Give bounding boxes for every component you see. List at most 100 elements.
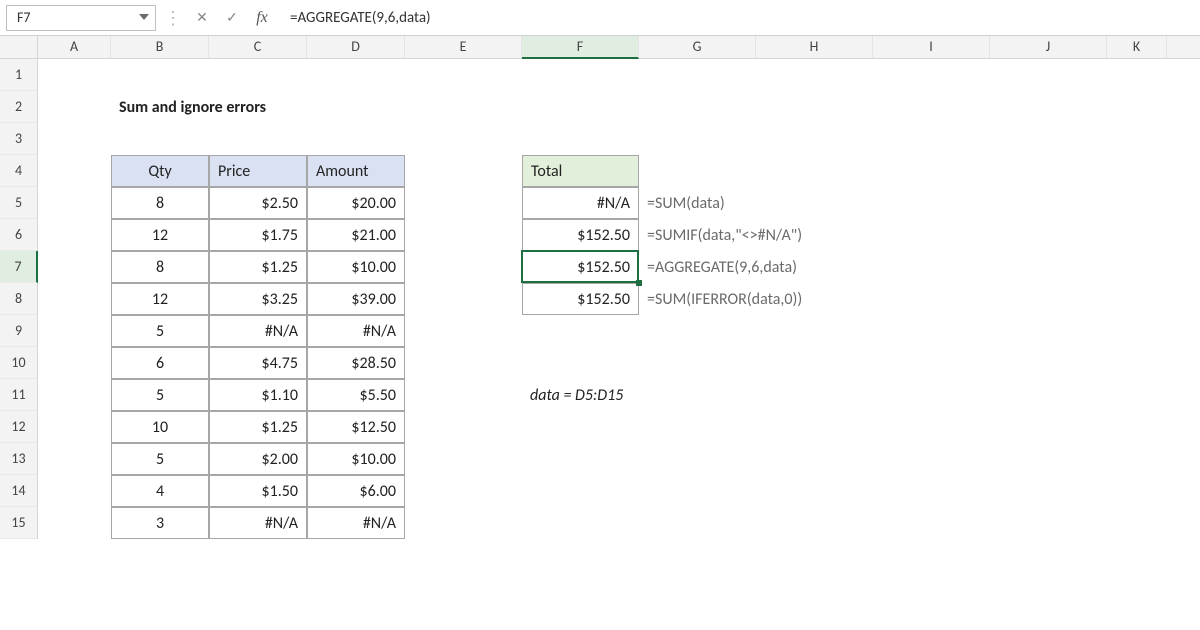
table-cell-amount-8[interactable]: $39.00: [307, 283, 405, 315]
row-header-9[interactable]: 9: [0, 315, 37, 347]
col-header-J[interactable]: J: [990, 36, 1107, 58]
table-cell-qty-13[interactable]: 5: [111, 443, 209, 475]
row-header-15[interactable]: 15: [0, 507, 37, 539]
col-header-C[interactable]: C: [209, 36, 307, 58]
table-cell-qty-9[interactable]: 5: [111, 315, 209, 347]
total-formula-8[interactable]: =SUM(IFERROR(data,0)): [639, 283, 990, 315]
table-cell-qty-6[interactable]: 12: [111, 219, 209, 251]
insert-function-icon[interactable]: fx: [250, 6, 274, 30]
col-header-D[interactable]: D: [307, 36, 405, 58]
table-cell-qty-5[interactable]: 8: [111, 187, 209, 219]
row-header-6[interactable]: 6: [0, 219, 37, 251]
table-cell-qty-8-text: 12: [152, 290, 168, 309]
select-all-button[interactable]: [0, 36, 38, 58]
row-header-13[interactable]: 13: [0, 443, 37, 475]
table-cell-price-8[interactable]: $3.25: [209, 283, 307, 315]
table-cell-amount-7[interactable]: $10.00: [307, 251, 405, 283]
table-cell-amount-12-text: $12.50: [351, 418, 396, 437]
row-header-11[interactable]: 11: [0, 379, 37, 411]
table-cell-amount-12[interactable]: $12.50: [307, 411, 405, 443]
table-cell-price-11-text: $1.10: [262, 386, 298, 405]
table-cell-price-14[interactable]: $1.50: [209, 475, 307, 507]
table-cell-price-9[interactable]: #N/A: [209, 315, 307, 347]
table-header-qty[interactable]: Qty: [111, 155, 209, 187]
table-cell-amount-14-text: $6.00: [360, 482, 396, 501]
page-title[interactable]: Sum and ignore errors: [111, 91, 522, 123]
cancel-icon[interactable]: [190, 6, 214, 30]
total-value-7[interactable]: $152.50: [522, 251, 639, 283]
table-cell-price-12-text: $1.25: [262, 418, 298, 437]
table-cell-amount-5[interactable]: $20.00: [307, 187, 405, 219]
worksheet-grid[interactable]: 123456789101112131415 Sum and ignore err…: [0, 59, 1200, 539]
table-cell-price-7[interactable]: $1.25: [209, 251, 307, 283]
col-header-F[interactable]: F: [522, 36, 639, 59]
total-formula-7[interactable]: =AGGREGATE(9,6,data): [639, 251, 990, 283]
table-cell-amount-6[interactable]: $21.00: [307, 219, 405, 251]
table-cell-price-5[interactable]: $2.50: [209, 187, 307, 219]
table-cell-qty-10[interactable]: 6: [111, 347, 209, 379]
table-header-qty-text: Qty: [148, 162, 171, 181]
table-cell-price-13[interactable]: $2.00: [209, 443, 307, 475]
row-header-8[interactable]: 8: [0, 283, 37, 315]
table-cell-qty-14-text: 4: [156, 482, 164, 501]
formula-bar-row: F7 ⋮ fx =AGGREGATE(9,6,data): [0, 0, 1200, 36]
table-cell-price-15[interactable]: #N/A: [209, 507, 307, 539]
data-range-note[interactable]: data = D5:D15: [522, 379, 873, 411]
formula-bar[interactable]: =AGGREGATE(9,6,data): [280, 5, 1194, 31]
table-cell-amount-13[interactable]: $10.00: [307, 443, 405, 475]
total-value-6[interactable]: $152.50: [522, 219, 639, 251]
table-cell-qty-15-text: 3: [156, 514, 164, 533]
total-formula-5-text: =SUM(data): [647, 194, 725, 213]
total-value-5[interactable]: #N/A: [522, 187, 639, 219]
total-formula-6-text: =SUMIF(data,"<>#N/A"): [647, 226, 802, 245]
col-header-I[interactable]: I: [873, 36, 990, 58]
table-cell-qty-10-text: 6: [156, 354, 164, 373]
name-box-value: F7: [17, 9, 31, 26]
col-header-A[interactable]: A: [38, 36, 111, 58]
table-cell-price-6[interactable]: $1.75: [209, 219, 307, 251]
col-header-K[interactable]: K: [1107, 36, 1167, 58]
table-cell-qty-11[interactable]: 5: [111, 379, 209, 411]
totals-header[interactable]: Total: [522, 155, 639, 187]
row-header-12[interactable]: 12: [0, 411, 37, 443]
page-title-text: Sum and ignore errors: [119, 98, 266, 117]
table-cell-amount-10[interactable]: $28.50: [307, 347, 405, 379]
table-header-price[interactable]: Price: [209, 155, 307, 187]
col-header-E[interactable]: E: [405, 36, 522, 58]
col-header-G[interactable]: G: [639, 36, 756, 58]
table-cell-qty-8[interactable]: 12: [111, 283, 209, 315]
row-header-10[interactable]: 10: [0, 347, 37, 379]
table-cell-price-12[interactable]: $1.25: [209, 411, 307, 443]
row-header-1[interactable]: 1: [0, 59, 37, 91]
table-header-amount[interactable]: Amount: [307, 155, 405, 187]
table-cell-price-7-text: $1.25: [262, 258, 298, 277]
col-header-H[interactable]: H: [756, 36, 873, 58]
row-header-5[interactable]: 5: [0, 187, 37, 219]
table-cell-qty-7[interactable]: 8: [111, 251, 209, 283]
table-cell-price-10[interactable]: $4.75: [209, 347, 307, 379]
name-box[interactable]: F7: [6, 5, 156, 31]
table-cell-qty-12[interactable]: 10: [111, 411, 209, 443]
row-header-3[interactable]: 3: [0, 123, 37, 155]
row-header-4[interactable]: 4: [0, 155, 37, 187]
table-cell-amount-9[interactable]: #N/A: [307, 315, 405, 347]
table-cell-amount-11[interactable]: $5.50: [307, 379, 405, 411]
enter-icon[interactable]: [220, 6, 244, 30]
total-value-8[interactable]: $152.50: [522, 283, 639, 315]
table-cell-qty-14[interactable]: 4: [111, 475, 209, 507]
total-formula-6[interactable]: =SUMIF(data,"<>#N/A"): [639, 219, 990, 251]
col-header-B[interactable]: B: [111, 36, 209, 58]
table-cell-qty-6-text: 12: [152, 226, 168, 245]
table-cell-price-11[interactable]: $1.10: [209, 379, 307, 411]
row-header-7[interactable]: 7: [0, 251, 38, 283]
table-cell-qty-13-text: 5: [156, 450, 164, 469]
table-cell-qty-15[interactable]: 3: [111, 507, 209, 539]
total-formula-5[interactable]: =SUM(data): [639, 187, 990, 219]
table-cell-amount-15[interactable]: #N/A: [307, 507, 405, 539]
table-cell-price-5-text: $2.50: [262, 194, 298, 213]
table-cell-amount-14[interactable]: $6.00: [307, 475, 405, 507]
row-header-14[interactable]: 14: [0, 475, 37, 507]
table-cell-amount-5-text: $20.00: [351, 194, 396, 213]
sheet-area[interactable]: Sum and ignore errors Qty PriceAmount 8 $2.5…: [38, 59, 1200, 539]
row-header-2[interactable]: 2: [0, 91, 37, 123]
